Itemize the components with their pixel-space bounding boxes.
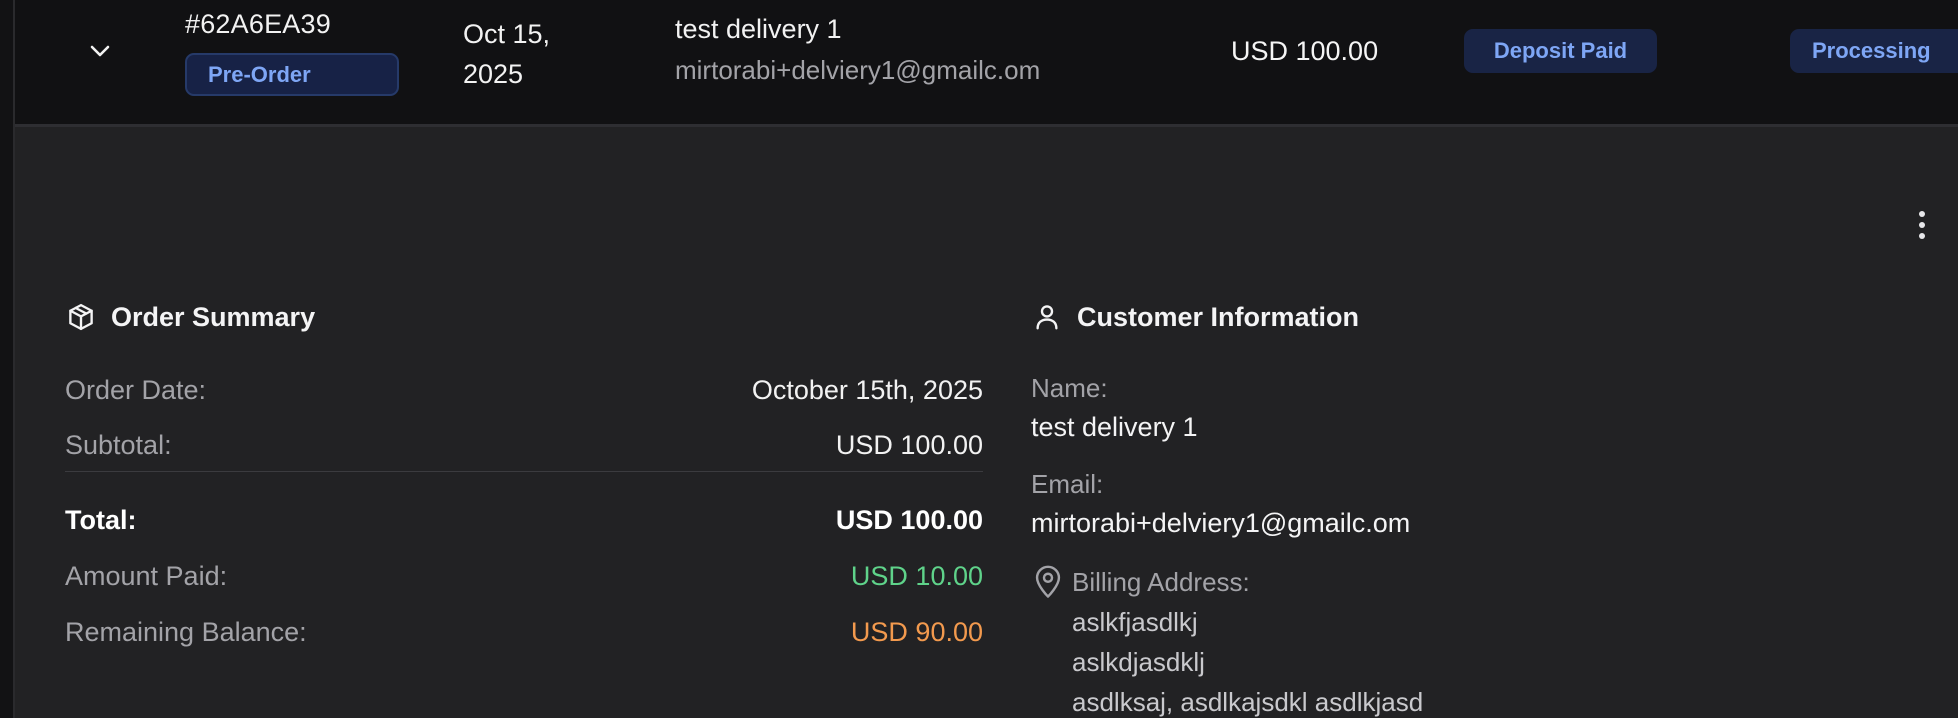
billing-address-label: Billing Address: [1072,567,1250,597]
orders-page: #62A6EA39 Pre-Order Oct 15, 2025 test de… [0,0,1958,718]
subtotal-row: Subtotal: USD 100.00 [65,425,983,465]
billing-address-line: aslkfjasdlkj [1072,607,1198,637]
billing-address-line: aslkdjasdklj [1072,647,1205,677]
left-rail [0,0,15,718]
order-row[interactable]: #62A6EA39 Pre-Order Oct 15, 2025 test de… [15,0,1958,127]
customer-info-heading: Customer Information [1031,301,1359,333]
customer-email-label: Email: [1031,469,1104,499]
total-value: USD 100.00 [835,504,983,535]
order-summary-heading: Order Summary [65,301,315,333]
more-vertical-icon [1919,211,1925,217]
total-label: Total: [65,504,137,535]
remaining-balance-value: USD 90.00 [850,616,983,647]
billing-address-line: asdlksaj, asdlkajsdkl asdlkjasd [1072,687,1424,717]
more-vertical-icon-dot [1919,233,1925,239]
amount-paid-value: USD 10.00 [850,560,983,591]
remaining-balance-row: Remaining Balance: USD 90.00 [65,612,983,652]
map-pin-icon [1035,565,1061,598]
more-vertical-icon-dot [1919,222,1925,228]
package-icon [65,301,97,333]
order-customer-email: mirtorabi+delviery1@gmailc.om [675,55,1041,85]
order-id: #62A6EA39 [185,9,331,39]
total-row: Total: USD 100.00 [65,500,983,540]
chevron-down-icon [90,45,110,57]
order-summary-title: Order Summary [111,301,316,332]
order-details-panel: Order Summary Customer Information Order… [15,127,1958,718]
summary-divider [65,471,983,472]
customer-email-value: mirtorabi+delviery1@gmailc.om [1031,508,1411,538]
expand-toggle-button[interactable] [70,28,130,74]
order-date: Oct 15, 2025 [463,19,551,89]
order-customer-name: test delivery 1 [675,14,842,44]
preorder-badge: Pre-Order [185,53,399,96]
remaining-balance-label: Remaining Balance: [65,616,307,647]
fulfillment-status-badge: Processing [1790,29,1958,73]
order-date-row: Order Date: October 15th, 2025 [65,370,983,410]
order-date-label: Order Date: [65,374,207,405]
amount-paid-row: Amount Paid: USD 10.00 [65,556,983,596]
customer-info-title: Customer Information [1077,301,1360,332]
customer-name-label: Name: [1031,373,1108,403]
more-actions-button[interactable] [1906,203,1938,247]
order-date-value: October 15th, 2025 [751,374,983,405]
customer-name-value: test delivery 1 [1031,412,1198,442]
subtotal-value: USD 100.00 [835,429,983,460]
user-icon [1031,301,1063,333]
payment-status-badge: Deposit Paid [1464,29,1657,73]
amount-paid-label: Amount Paid: [65,560,228,591]
order-total: USD 100.00 [1231,36,1379,66]
subtotal-label: Subtotal: [65,429,172,460]
